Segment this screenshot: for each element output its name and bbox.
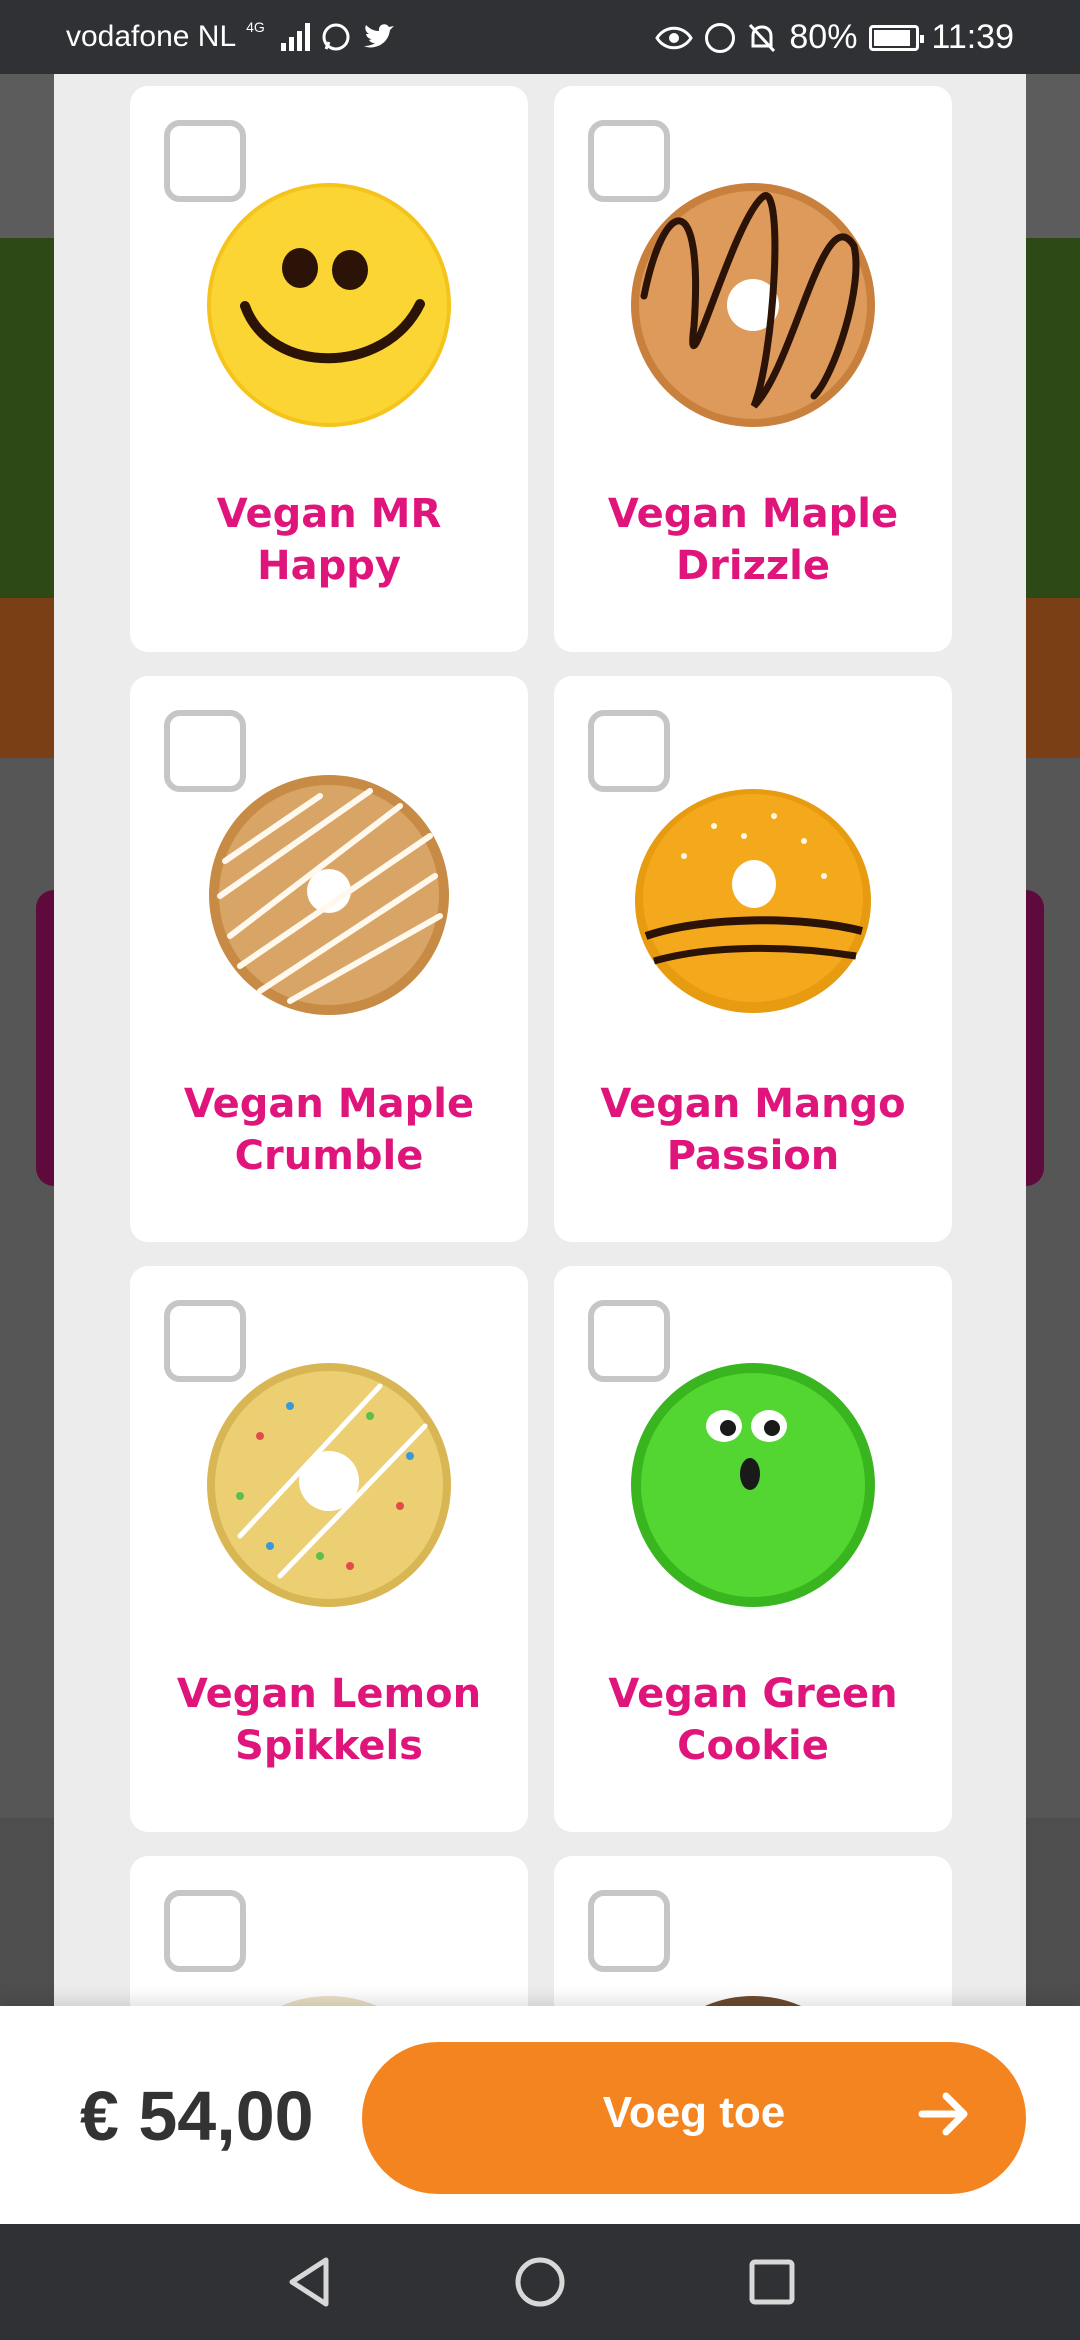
product-title: Vegan Green Cookie bbox=[608, 1671, 898, 1769]
total-price: € 54,00 bbox=[80, 2077, 314, 2155]
product-card[interactable]: Vegan Maple Drizzle bbox=[554, 86, 952, 652]
product-card[interactable]: Vegan Green Cookie bbox=[554, 1266, 952, 1832]
add-button[interactable]: Voeg toe bbox=[362, 2042, 1026, 2194]
back-icon[interactable] bbox=[282, 2254, 338, 2310]
lemon-sprinkles-donut-image bbox=[207, 1363, 451, 1607]
mango-passion-donut-image bbox=[635, 789, 871, 1013]
whatsapp-icon bbox=[322, 23, 350, 51]
add-to-cart-bar: € 54,00 Voeg toe bbox=[0, 2006, 1080, 2224]
recents-icon[interactable] bbox=[744, 2254, 800, 2310]
battery-percent: 80% bbox=[789, 18, 858, 56]
carrier-label: vodafone NL bbox=[66, 20, 237, 53]
arrow-right-icon bbox=[918, 2092, 968, 2136]
product-title: Vegan MR Happy bbox=[216, 491, 442, 589]
green-monster-donut-image bbox=[631, 1363, 875, 1607]
signal-icon bbox=[280, 23, 310, 51]
partial-donut-image bbox=[281, 1996, 377, 2006]
product-card[interactable]: Vegan MR Happy bbox=[130, 86, 528, 652]
product-picker-modal[interactable]: Vegan MR Happy Vegan Maple Drizzle Vegan… bbox=[54, 74, 1026, 2006]
smiley-donut-image bbox=[207, 183, 451, 427]
eye-icon bbox=[655, 26, 694, 49]
mute-bell-icon bbox=[749, 23, 776, 52]
battery-icon bbox=[869, 24, 925, 51]
home-icon[interactable] bbox=[512, 2254, 568, 2310]
product-card[interactable]: Vegan Mango Passion bbox=[554, 676, 952, 1242]
status-bar: vodafone NL 4G 80% 11:39 bbox=[0, 0, 1080, 74]
product-title: Vegan Maple Drizzle bbox=[607, 491, 899, 589]
product-title: Vegan Lemon Spikkels bbox=[176, 1671, 482, 1769]
product-card[interactable] bbox=[554, 1856, 952, 2006]
product-title: Vegan Maple Crumble bbox=[183, 1081, 475, 1179]
maple-crumble-donut-image bbox=[209, 775, 449, 1015]
clock: 11:39 bbox=[931, 18, 1014, 56]
product-card[interactable]: Vegan Lemon Spikkels bbox=[130, 1266, 528, 1832]
partial-donut-image bbox=[705, 1996, 801, 2006]
alarm-icon bbox=[705, 22, 736, 53]
maple-drizzle-donut-image bbox=[631, 183, 875, 427]
product-card[interactable]: Vegan Maple Crumble bbox=[130, 676, 528, 1242]
product-card[interactable] bbox=[130, 1856, 528, 2006]
system-nav-bar bbox=[0, 2224, 1080, 2340]
product-title: Vegan Mango Passion bbox=[600, 1081, 906, 1179]
twitter-icon bbox=[363, 24, 394, 48]
network-type: 4G bbox=[246, 19, 265, 35]
